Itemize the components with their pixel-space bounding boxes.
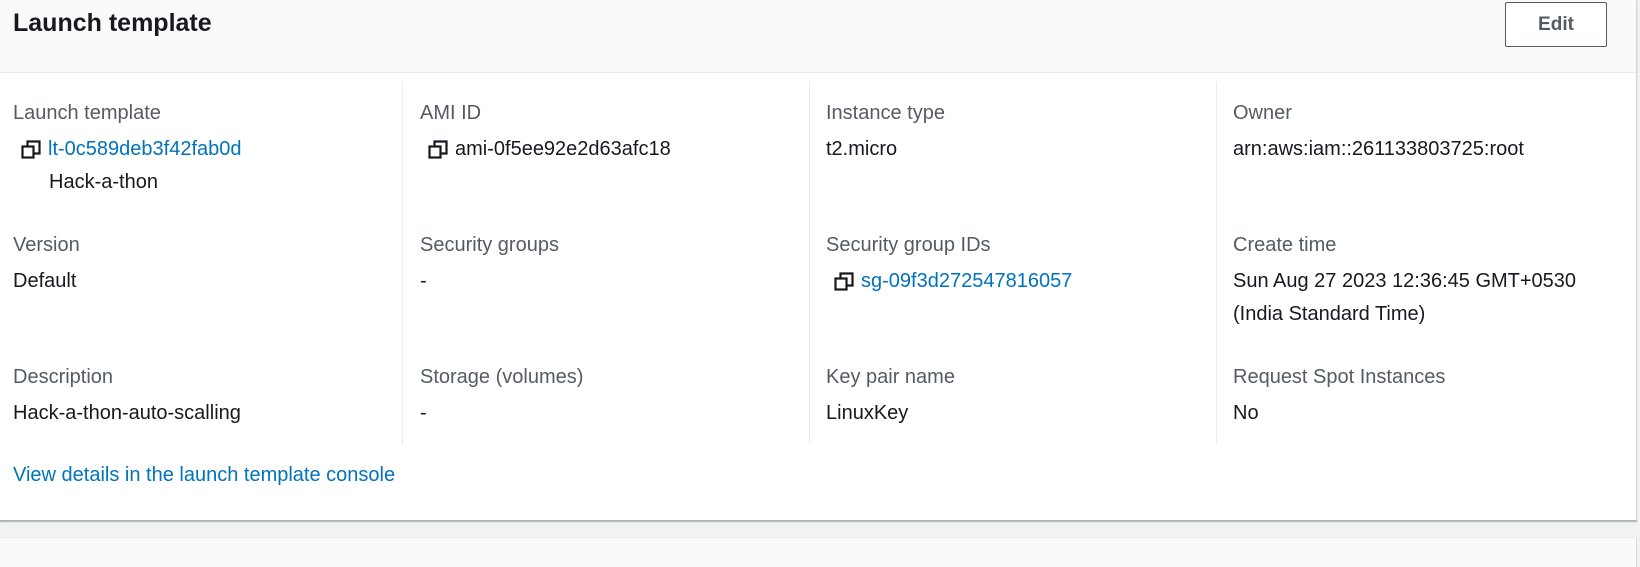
field-label: Create time (1233, 234, 1337, 256)
copy-row: lt-0c589deb3f42fab0d (13, 133, 393, 166)
field-security-group-ids: Security group IDs sg-09f3d272547816057 (826, 232, 1206, 298)
launch-template-name: Hack-a-thon (49, 171, 158, 193)
field-label: Security group IDs (826, 234, 991, 256)
owner-value: arn:aws:iam::261133803725:root (1233, 138, 1524, 160)
ami-id-value: ami-0f5ee92e2d63afc18 (455, 138, 671, 160)
description-value: Hack-a-thon-auto-scalling (13, 402, 241, 424)
copy-icon[interactable] (20, 139, 42, 161)
edit-button[interactable]: Edit (1505, 2, 1607, 47)
launch-template-panel: Launch template Edit Launch template lt-… (0, 0, 1637, 521)
request-spot-value: No (1233, 402, 1259, 424)
field-storage: Storage (volumes) - (420, 364, 800, 430)
create-time-value: Sun Aug 27 2023 12:36:45 GMT+0530 (India… (1233, 270, 1577, 325)
field-ami-id: AMI ID ami-0f5ee92e2d63afc18 (420, 100, 800, 166)
field-label: Version (13, 234, 80, 256)
field-label: Description (13, 366, 114, 388)
view-details-link[interactable]: View details in the launch template cons… (13, 461, 395, 489)
field-request-spot: Request Spot Instances No (1233, 364, 1613, 430)
field-label: AMI ID (420, 102, 482, 124)
field-owner: Owner arn:aws:iam::261133803725:root (1233, 100, 1613, 166)
field-label: Instance type (826, 102, 945, 124)
panel-header: Launch template Edit (0, 0, 1636, 73)
field-launch-template: Launch template lt-0c589deb3f42fab0d Hac… (13, 100, 393, 199)
copy-icon[interactable] (427, 139, 449, 161)
key-pair-value: LinuxKey (826, 402, 909, 424)
field-version: Version Default (13, 232, 393, 298)
field-instance-type: Instance type t2.micro (826, 100, 1206, 166)
security-groups-value: - (420, 270, 427, 292)
field-label: Owner (1233, 102, 1292, 124)
column-divider (402, 82, 403, 445)
field-description: Description Hack-a-thon-auto-scalling (13, 364, 393, 430)
copy-icon[interactable] (833, 271, 855, 293)
field-label: Key pair name (826, 366, 955, 388)
field-label: Storage (volumes) (420, 366, 584, 388)
field-label: Request Spot Instances (1233, 366, 1446, 388)
storage-value: - (420, 402, 427, 424)
security-group-id-link[interactable]: sg-09f3d272547816057 (861, 265, 1072, 298)
instance-type-value: t2.micro (826, 138, 898, 160)
copy-row: sg-09f3d272547816057 (826, 265, 1206, 298)
column-divider (809, 82, 810, 445)
next-panel-header (0, 537, 1637, 567)
field-security-groups: Security groups - (420, 232, 800, 298)
field-create-time: Create time Sun Aug 27 2023 12:36:45 GMT… (1233, 232, 1613, 331)
version-value: Default (13, 270, 77, 292)
panel-title: Launch template (13, 9, 212, 37)
field-label: Launch template (13, 102, 161, 124)
column-divider (1216, 82, 1217, 445)
copy-row: ami-0f5ee92e2d63afc18 (420, 133, 800, 166)
field-label: Security groups (420, 234, 559, 256)
field-key-pair: Key pair name LinuxKey (826, 364, 1206, 430)
launch-template-id-link[interactable]: lt-0c589deb3f42fab0d (48, 133, 242, 166)
